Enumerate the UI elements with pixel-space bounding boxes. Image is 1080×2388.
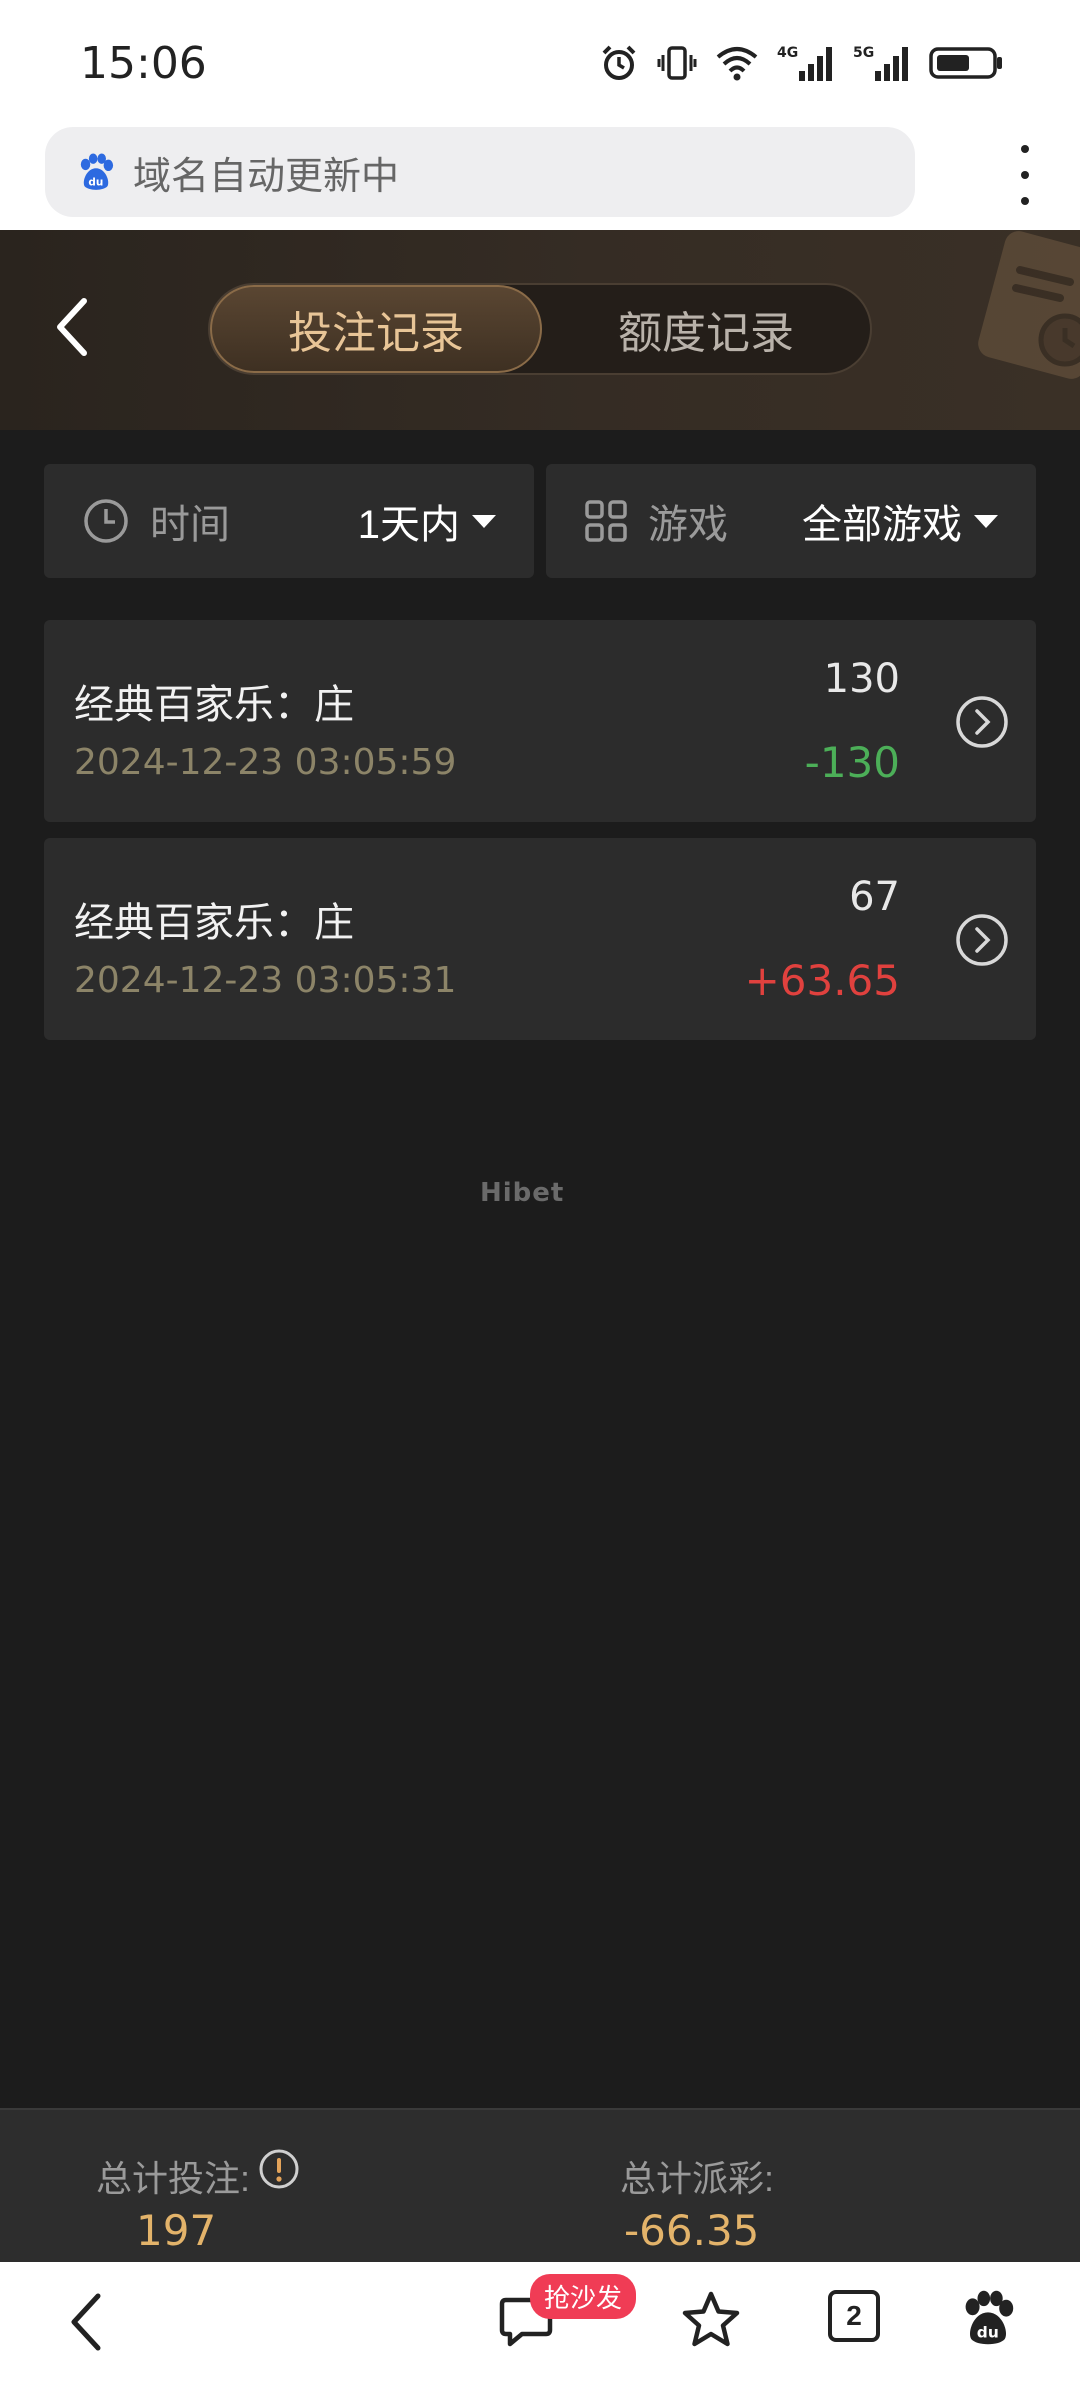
caret-down-icon <box>472 514 496 528</box>
tabs-count: 2 <box>828 2290 880 2342</box>
game-filter[interactable]: 游戏 全部游戏 <box>546 464 1036 578</box>
bet-record-row[interactable]: 经典百家乐：庄 2024-12-23 03:05:59 130 -130 <box>44 620 1036 822</box>
vibrate-icon <box>657 46 697 80</box>
sofa-badge[interactable]: 抢沙发 <box>530 2274 637 2319</box>
svg-text:4G: 4G <box>777 45 798 61</box>
svg-text:5G: 5G <box>853 45 874 61</box>
time-filter[interactable]: 时间 1天内 <box>44 464 534 578</box>
back-arrow-icon[interactable] <box>50 295 94 359</box>
tab-quota-records[interactable]: 额度记录 <box>540 285 872 373</box>
game-filter-value: 全部游戏 <box>802 503 962 547</box>
baidu-paw-icon[interactable]: du <box>960 2290 1016 2346</box>
total-bet-value: 197 <box>136 2206 217 2255</box>
summary-bar: 总计投注: 197 总计派彩: -66.35 <box>0 2108 1080 2268</box>
record-payout: +63.65 <box>744 956 900 1005</box>
status-time: 15:06 <box>80 38 207 89</box>
game-filter-value-wrap[interactable]: 全部游戏 <box>802 464 998 578</box>
time-filter-value-wrap[interactable]: 1天内 <box>358 464 496 578</box>
status-icons: 4G 5G <box>599 38 1005 88</box>
nav-back-icon[interactable] <box>66 2290 106 2354</box>
watermark-logo: Hibet <box>480 1178 565 1208</box>
grid-icon <box>585 500 627 542</box>
status-bar: 15:06 4G 5G <box>0 0 1080 125</box>
record-bet-amount: 130 <box>823 656 900 702</box>
bet-record-row[interactable]: 经典百家乐：庄 2024-12-23 03:05:31 67 +63.65 <box>44 838 1036 1040</box>
battery-icon <box>929 47 1002 79</box>
document-clock-icon <box>978 231 1080 379</box>
wifi-icon <box>716 47 758 81</box>
record-payout: -130 <box>804 738 900 787</box>
url-text: 域名自动更新中 <box>133 155 400 198</box>
total-payout-value: -66.35 <box>624 2206 760 2255</box>
info-icon[interactable] <box>258 2148 300 2190</box>
browser-bar: du 域名自动更新中 <box>0 125 1080 230</box>
caret-down-icon <box>974 514 998 528</box>
more-menu-icon[interactable] <box>1010 145 1040 205</box>
svg-text:du: du <box>977 2324 999 2342</box>
signal-4g-icon: 4G <box>777 45 832 81</box>
record-time: 2024-12-23 03:05:59 <box>74 742 457 783</box>
total-bet-label: 总计投注: <box>96 2158 251 2199</box>
time-filter-value: 1天内 <box>357 503 460 547</box>
record-bet-amount: 67 <box>849 874 900 920</box>
svg-text:du: du <box>88 176 103 188</box>
alarm-icon <box>602 45 636 80</box>
signal-5g-icon: 5G <box>853 45 908 81</box>
star-icon[interactable] <box>680 2290 742 2350</box>
time-filter-label: 时间 <box>150 503 230 547</box>
record-title: 经典百家乐：庄 <box>74 901 354 945</box>
chevron-right-circle-icon[interactable] <box>954 912 1010 968</box>
clock-icon <box>84 499 128 543</box>
game-filter-label: 游戏 <box>648 503 728 547</box>
record-tabs: 投注记录 额度记录 <box>208 283 872 375</box>
tab-bet-records[interactable]: 投注记录 <box>210 285 542 373</box>
record-time: 2024-12-23 03:05:31 <box>74 960 457 1001</box>
page-header: 投注记录 额度记录 <box>0 230 1080 430</box>
total-payout-label: 总计派彩: <box>620 2158 775 2199</box>
record-title: 经典百家乐：庄 <box>74 683 354 727</box>
chevron-right-circle-icon[interactable] <box>954 694 1010 750</box>
url-field[interactable]: du 域名自动更新中 <box>45 127 915 217</box>
baidu-paw-icon: du <box>80 153 114 190</box>
